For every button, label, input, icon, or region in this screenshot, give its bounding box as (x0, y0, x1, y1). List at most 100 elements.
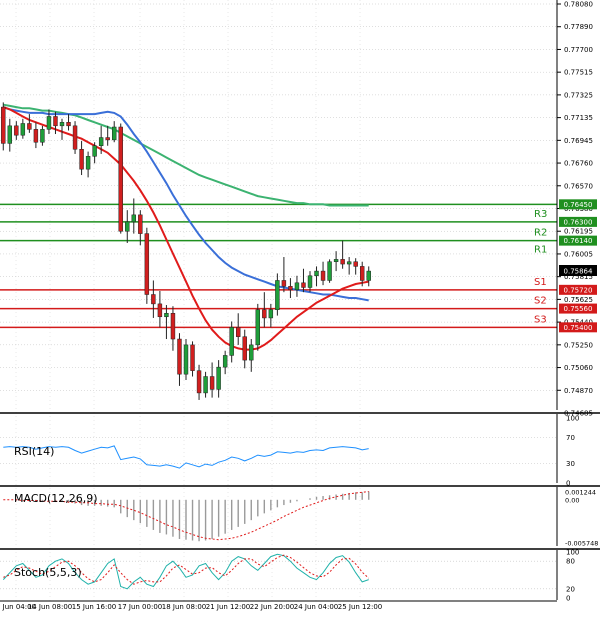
candle-body (53, 116, 58, 127)
time-label: 17 Jun 00:00 (118, 603, 162, 611)
candle-body (190, 344, 195, 371)
candle-body (222, 355, 228, 368)
price-tick-label: 0.76005 (564, 250, 593, 258)
candle (327, 259, 332, 283)
candle-body (151, 294, 156, 305)
candle-body (112, 126, 117, 141)
price-tick-label: 0.75250 (564, 341, 593, 349)
candle-body (177, 338, 182, 375)
candle-body (92, 145, 97, 157)
candle-body (72, 125, 78, 150)
candle-body (203, 376, 208, 394)
candle-body (196, 370, 202, 394)
candle-body (164, 313, 169, 318)
candle-body (27, 123, 32, 130)
time-label: 18 Jun 08:00 (162, 603, 206, 611)
candle-body (255, 309, 260, 346)
candle-body (1, 106, 6, 144)
stoch-tick-label: 100 (566, 549, 579, 557)
candle-body (236, 327, 241, 337)
candle-body (294, 282, 300, 291)
price-tick-label: 0.76195 (564, 228, 593, 236)
candle-body (183, 344, 189, 375)
candle-body (144, 233, 150, 295)
candle-body (14, 125, 19, 136)
candle-body (79, 149, 84, 170)
candle-body (216, 366, 221, 390)
candle-body (262, 309, 267, 319)
candle-body (157, 303, 163, 318)
price-tick-label: 0.77325 (564, 91, 593, 99)
time-label: 15 Jun 16:00 (72, 603, 116, 611)
candle-body (229, 327, 234, 356)
candle-body (125, 221, 130, 232)
rsi-tick-label: 70 (566, 434, 575, 442)
candle-body (209, 376, 215, 390)
candle-body (333, 259, 339, 262)
candle (183, 339, 189, 381)
candle-body (46, 116, 52, 130)
candle-body (281, 280, 287, 287)
price-tick-label: 0.76760 (564, 160, 593, 168)
time-label: 14 Jun 08:00 (28, 603, 72, 611)
candle-body (360, 266, 365, 281)
rsi-label: RSI(14) (14, 445, 54, 458)
candle-body (20, 123, 26, 136)
candle (1, 102, 6, 151)
candle-body (366, 270, 371, 281)
candle-body (118, 126, 123, 232)
level-name: R3 (534, 209, 547, 220)
candle-body (170, 313, 176, 340)
price-tick-label: 0.76570 (564, 182, 593, 190)
candle-body (131, 214, 136, 223)
level-name: S3 (534, 314, 547, 325)
price-tick-label: 0.74870 (564, 387, 593, 395)
stoch-tick-label: 20 (566, 585, 575, 593)
level-tag-label: 0.75400 (564, 324, 593, 332)
candle-body (66, 122, 71, 127)
stoch-tick-label: 80 (566, 558, 575, 566)
macd-label: MACD(12,26,9) (14, 492, 98, 505)
candle-body (268, 309, 274, 319)
candle-body (33, 129, 39, 143)
candle-body (242, 336, 247, 361)
time-axis-labels: 3 Jun 04:0014 Jun 08:0015 Jun 16:0017 Ju… (0, 603, 382, 611)
price-tick-label: 0.77700 (564, 46, 593, 54)
candle (118, 123, 123, 234)
candle-body (346, 261, 352, 265)
price-tick-label: 0.77890 (564, 23, 593, 31)
price-tick-label: 0.75060 (564, 364, 593, 372)
macd-tick-label: -0.005748 (565, 540, 598, 548)
time-label: 25 Jun 12:00 (338, 603, 382, 611)
candle-body (85, 156, 91, 170)
level-name: S1 (534, 277, 547, 288)
candle-body (98, 137, 104, 146)
candle-body (40, 129, 45, 143)
candle-body (59, 122, 65, 127)
level-name: R1 (534, 245, 547, 256)
level-name: R2 (534, 228, 547, 239)
time-label: 21 Jun 12:00 (206, 603, 250, 611)
chart-background (0, 0, 600, 619)
level-tag-label: 0.76450 (564, 201, 593, 209)
price-tick-label: 0.77515 (564, 69, 593, 77)
level-tag-label: 0.76140 (564, 237, 593, 245)
candle (144, 227, 150, 304)
candle-body (288, 286, 293, 291)
candle-body (105, 137, 110, 141)
candle (72, 121, 78, 154)
candle-body (327, 261, 332, 281)
level-tag-label: 0.75720 (564, 286, 593, 294)
candle-body (301, 282, 306, 288)
candle-body (307, 275, 313, 288)
stoch-label: Stoch(5,5,3) (14, 566, 82, 579)
level-name: S2 (534, 296, 547, 307)
candle-body (314, 270, 319, 277)
candle-body (275, 280, 280, 310)
rsi-tick-label: 100 (566, 415, 579, 423)
candle-body (353, 261, 358, 267)
price-tick-label: 0.77135 (564, 114, 593, 122)
candle-body (138, 214, 143, 234)
time-label: 22 Jun 20:00 (250, 603, 294, 611)
price-tick-label: 0.78080 (564, 1, 593, 9)
